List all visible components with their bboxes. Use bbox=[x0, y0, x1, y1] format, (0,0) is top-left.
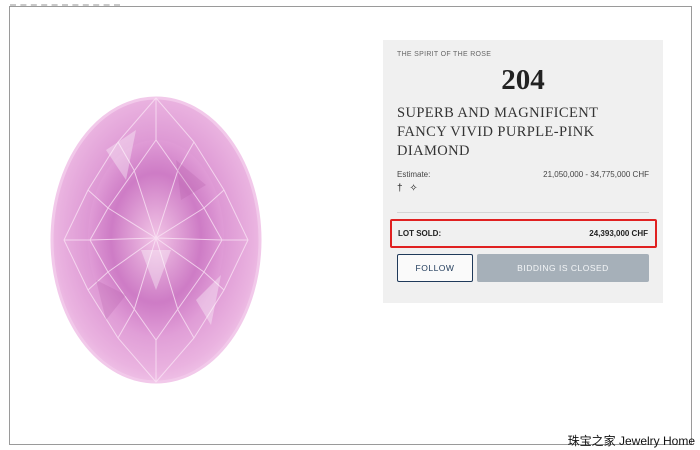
lot-sold-highlight: LOT SOLD: 24,393,000 CHF bbox=[390, 219, 657, 248]
estimate-value: 21,050,000 - 34,775,000 CHF bbox=[543, 170, 649, 179]
sale-title: THE SPIRIT OF THE ROSE bbox=[397, 51, 492, 58]
lot-sold-label: LOT SOLD: bbox=[398, 229, 442, 238]
lot-number: 204 bbox=[501, 64, 545, 96]
lot-detail-panel: THE SPIRIT OF THE ROSE 204 SUPERB AND MA… bbox=[383, 40, 663, 303]
follow-button[interactable]: FOLLOW bbox=[397, 254, 473, 282]
bidding-closed-button: BIDDING IS CLOSED bbox=[477, 254, 649, 282]
lot-sold-price: 24,393,000 CHF bbox=[589, 229, 648, 238]
divider bbox=[397, 212, 649, 213]
diamond-image bbox=[46, 90, 266, 390]
lot-symbols: † ✧ bbox=[397, 183, 420, 194]
estimate-label: Estimate: bbox=[397, 170, 431, 179]
watermark: 珠宝之家 Jewelry Home bbox=[567, 434, 695, 448]
lot-title: SUPERB AND MAGNIFICENT FANCY VIVID PURPL… bbox=[397, 105, 599, 159]
